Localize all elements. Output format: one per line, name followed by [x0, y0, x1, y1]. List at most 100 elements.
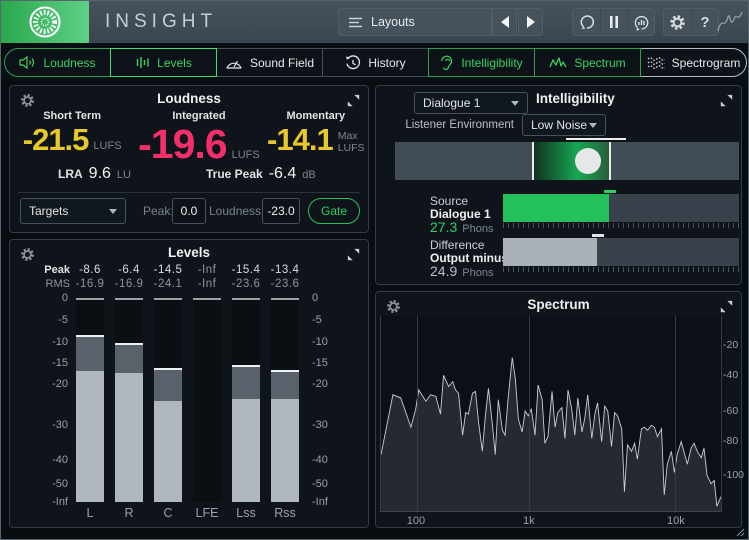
scale-label-left: -40 — [30, 454, 68, 466]
peak-row-label: Peak — [18, 264, 70, 276]
loudness-target-input[interactable]: -23.0 — [262, 198, 300, 224]
x-tick-1k: 1k — [523, 515, 535, 527]
loudness-title: Loudness — [10, 91, 368, 106]
next-layout-button[interactable] — [518, 8, 543, 36]
meter-R — [115, 298, 143, 502]
spectrum-expand-icon[interactable] — [720, 300, 733, 313]
rms-value-L: -16.9 — [70, 278, 110, 290]
peak-target-input[interactable]: 0.0 — [172, 198, 206, 224]
reset-icon — [579, 14, 595, 30]
difference-bar — [503, 238, 739, 266]
left-arrow-icon — [501, 16, 509, 28]
short-term-label: Short Term — [43, 110, 101, 122]
intelligibility-expand-icon[interactable] — [720, 94, 733, 107]
lra-label: LRA — [58, 167, 83, 181]
top-bar: INSIGHT Layouts — [1, 1, 748, 43]
rms-value-C: -24.1 — [148, 278, 188, 290]
list-icon — [349, 17, 362, 28]
history-clock-icon — [345, 55, 361, 71]
scale-label-right: -30 — [312, 419, 350, 431]
integrated-value: -19.6 — [138, 126, 226, 163]
reset-button[interactable] — [573, 9, 600, 35]
meter-rms-segment — [271, 399, 299, 502]
scale-label-left: 0 — [30, 292, 68, 304]
tab-spectrogram[interactable]: Spectrogram — [640, 48, 747, 77]
meter-peak-line — [271, 370, 299, 372]
integrated-unit: LUFS — [232, 149, 260, 163]
source-unit: Phons — [462, 223, 493, 235]
spectrum-curve — [381, 316, 721, 511]
tab-label: Levels — [157, 56, 192, 70]
short-term-value: -21.5 — [23, 126, 89, 154]
levels-panel: Levels Peak RMS -8.6-16.9-6.4-16.9-14.5-… — [9, 239, 369, 528]
lra-readout: LRA 9.6 LU — [58, 165, 131, 183]
tab-levels[interactable]: Levels — [110, 48, 217, 77]
dialogue-source-dropdown[interactable]: Dialogue 1 — [414, 92, 528, 114]
tab-label: Sound Field — [250, 56, 314, 70]
y-tick--20: -20 — [723, 339, 738, 351]
environment-underline — [566, 138, 626, 140]
reset-meters-button[interactable] — [627, 9, 654, 35]
insight-window: INSIGHT Layouts — [0, 0, 749, 540]
chevron-down-icon — [109, 209, 117, 214]
meter-top-cap — [76, 298, 104, 300]
tab-spectrum[interactable]: Spectrum — [534, 48, 641, 77]
meter-LFE — [193, 298, 221, 502]
meter-top-cap — [271, 298, 299, 300]
pause-button[interactable] — [600, 9, 627, 35]
short-term-unit: LUFS — [93, 140, 121, 154]
previous-layout-button[interactable] — [492, 8, 517, 36]
level-bars-icon — [135, 55, 150, 70]
tab-history[interactable]: History — [322, 48, 429, 77]
layouts-dropdown[interactable]: Layouts — [338, 8, 492, 36]
difference-value: 24.9 — [430, 263, 457, 279]
targets-dropdown[interactable]: Targets — [20, 198, 126, 224]
y-tick--60: -60 — [723, 405, 738, 417]
scale-label-right: -20 — [312, 378, 350, 390]
dialogue-source-value: Dialogue 1 — [423, 96, 480, 110]
intelligibility-panel: Dialogue 1 Intelligibility Listener Envi… — [375, 85, 742, 285]
gate-button[interactable]: Gate — [308, 198, 360, 224]
momentary-value: -14.1 — [267, 126, 333, 154]
source-peak-tick — [604, 190, 616, 193]
spectrum-plot — [380, 316, 722, 512]
help-button[interactable]: ? — [691, 9, 718, 35]
x-tick-10k: 10k — [667, 515, 685, 527]
gauge-icon — [225, 56, 243, 70]
source-readout: 27.3 Phons — [430, 219, 493, 235]
momentary-unit: Max LUFS — [338, 130, 365, 154]
meter-mid-segment — [232, 366, 260, 399]
intelligibility-indicator-knob[interactable] — [575, 148, 601, 174]
listener-environment-label: Listener Environment — [384, 119, 514, 131]
listener-environment-dropdown[interactable]: Low Noise — [522, 114, 606, 136]
loudness-field-label: Loudness: — [209, 198, 264, 224]
meter-peak-line — [232, 365, 260, 367]
transport-group — [572, 8, 655, 36]
source-bar — [503, 194, 739, 222]
levels-expand-icon[interactable] — [347, 248, 360, 261]
rms-value-Rss: -23.6 — [265, 278, 305, 290]
tab-intelligibility[interactable]: Intelligibility — [428, 48, 535, 77]
izotope-signature-icon[interactable] — [715, 9, 745, 35]
intelligibility-range-meter — [395, 142, 739, 180]
reset-meters-icon — [633, 14, 650, 31]
lra-unit: LU — [117, 169, 131, 181]
window-resize-grip[interactable] — [736, 528, 745, 537]
zone-start-line — [532, 142, 534, 180]
meter-peak-line — [76, 335, 104, 337]
momentary-label: Momentary — [286, 110, 345, 122]
scale-label-left: -5 — [30, 314, 68, 326]
y-tick--80: -80 — [723, 435, 738, 447]
scale-label-right: -Inf — [312, 496, 350, 508]
gridline-10k — [675, 316, 676, 511]
tab-loudness[interactable]: Loudness — [4, 48, 111, 77]
source-tick-scale — [503, 223, 739, 228]
settings-button[interactable] — [664, 9, 691, 35]
scale-label-right: -40 — [312, 454, 350, 466]
tab-sound-field[interactable]: Sound Field — [216, 48, 323, 77]
true-peak-label: True Peak — [206, 167, 263, 181]
peak-value-C: -14.5 — [148, 264, 188, 276]
pause-icon — [609, 16, 619, 28]
peak-field-label: Peak: — [143, 198, 174, 224]
loudness-expand-icon[interactable] — [347, 94, 360, 107]
